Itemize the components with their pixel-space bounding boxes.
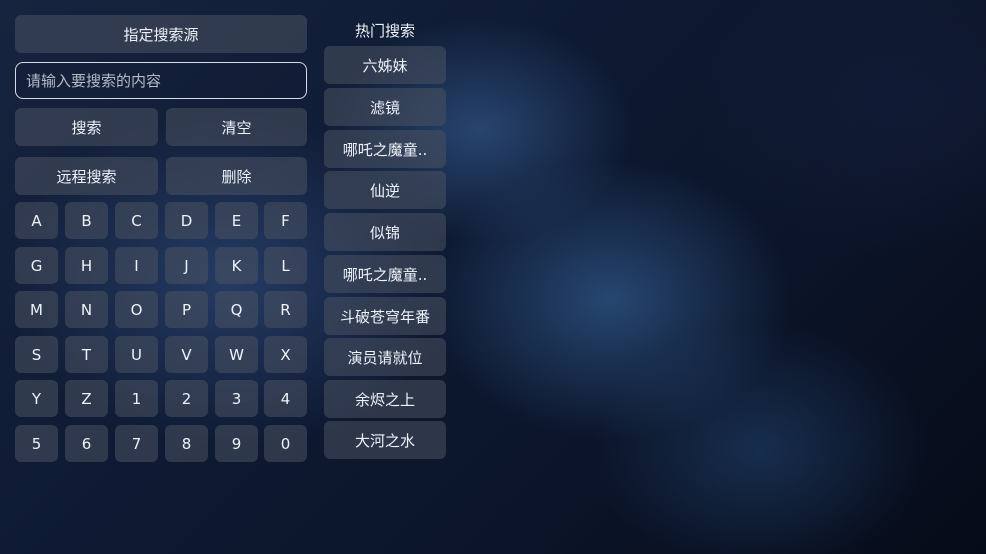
key-9[interactable]: 9 xyxy=(215,425,258,462)
key-r[interactable]: R xyxy=(264,291,307,328)
key-u[interactable]: U xyxy=(115,336,158,373)
key-7[interactable]: 7 xyxy=(115,425,158,462)
clear-button[interactable]: 清空 xyxy=(166,108,307,146)
clear-button-label: 清空 xyxy=(221,118,252,137)
key-f[interactable]: F xyxy=(264,202,307,239)
key-k[interactable]: K xyxy=(215,247,258,284)
key-1[interactable]: 1 xyxy=(115,380,158,417)
hot-search-item[interactable]: 哪吒之魔童.. xyxy=(324,130,446,168)
search-button-label: 搜索 xyxy=(71,118,102,137)
key-x[interactable]: X xyxy=(264,336,307,373)
hot-search-title: 热门搜索 xyxy=(354,21,415,40)
hot-search-item[interactable]: 仙逆 xyxy=(324,171,446,209)
key-y[interactable]: Y xyxy=(15,380,58,417)
key-e[interactable]: E xyxy=(215,202,258,239)
key-b[interactable]: B xyxy=(65,202,108,239)
key-p[interactable]: P xyxy=(165,291,208,328)
key-l[interactable]: L xyxy=(264,247,307,284)
source-select-button[interactable]: 指定搜索源 xyxy=(15,15,307,53)
key-2[interactable]: 2 xyxy=(165,380,208,417)
key-o[interactable]: O xyxy=(115,291,158,328)
key-8[interactable]: 8 xyxy=(165,425,208,462)
key-z[interactable]: Z xyxy=(65,380,108,417)
hot-search-item[interactable]: 斗破苍穹年番 xyxy=(324,297,446,335)
key-g[interactable]: G xyxy=(15,247,58,284)
hot-search-item[interactable]: 似锦 xyxy=(324,213,446,251)
key-a[interactable]: A xyxy=(15,202,58,239)
search-input[interactable] xyxy=(15,62,307,99)
key-s[interactable]: S xyxy=(15,336,58,373)
remote-search-button[interactable]: 远程搜索 xyxy=(15,157,158,195)
remote-search-label: 远程搜索 xyxy=(56,167,117,186)
key-t[interactable]: T xyxy=(65,336,108,373)
source-select-label: 指定搜索源 xyxy=(123,25,199,44)
hot-search-item[interactable]: 余烬之上 xyxy=(324,380,446,418)
search-button[interactable]: 搜索 xyxy=(15,108,158,146)
key-w[interactable]: W xyxy=(215,336,258,373)
key-c[interactable]: C xyxy=(115,202,158,239)
key-v[interactable]: V xyxy=(165,336,208,373)
key-5[interactable]: 5 xyxy=(15,425,58,462)
key-6[interactable]: 6 xyxy=(65,425,108,462)
key-d[interactable]: D xyxy=(165,202,208,239)
key-q[interactable]: Q xyxy=(215,291,258,328)
hot-search-item[interactable]: 大河之水 xyxy=(324,421,446,459)
key-n[interactable]: N xyxy=(65,291,108,328)
key-0[interactable]: 0 xyxy=(264,425,307,462)
key-j[interactable]: J xyxy=(165,247,208,284)
hot-search-item[interactable]: 六姊妹 xyxy=(324,46,446,84)
delete-button-label: 删除 xyxy=(221,167,252,186)
key-m[interactable]: M xyxy=(15,291,58,328)
delete-button[interactable]: 删除 xyxy=(166,157,307,195)
key-3[interactable]: 3 xyxy=(215,380,258,417)
key-h[interactable]: H xyxy=(65,247,108,284)
hot-search-item[interactable]: 演员请就位 xyxy=(324,338,446,376)
key-i[interactable]: I xyxy=(115,247,158,284)
key-4[interactable]: 4 xyxy=(264,380,307,417)
hot-search-item[interactable]: 滤镜 xyxy=(324,88,446,126)
hot-search-item[interactable]: 哪吒之魔童.. xyxy=(324,255,446,293)
